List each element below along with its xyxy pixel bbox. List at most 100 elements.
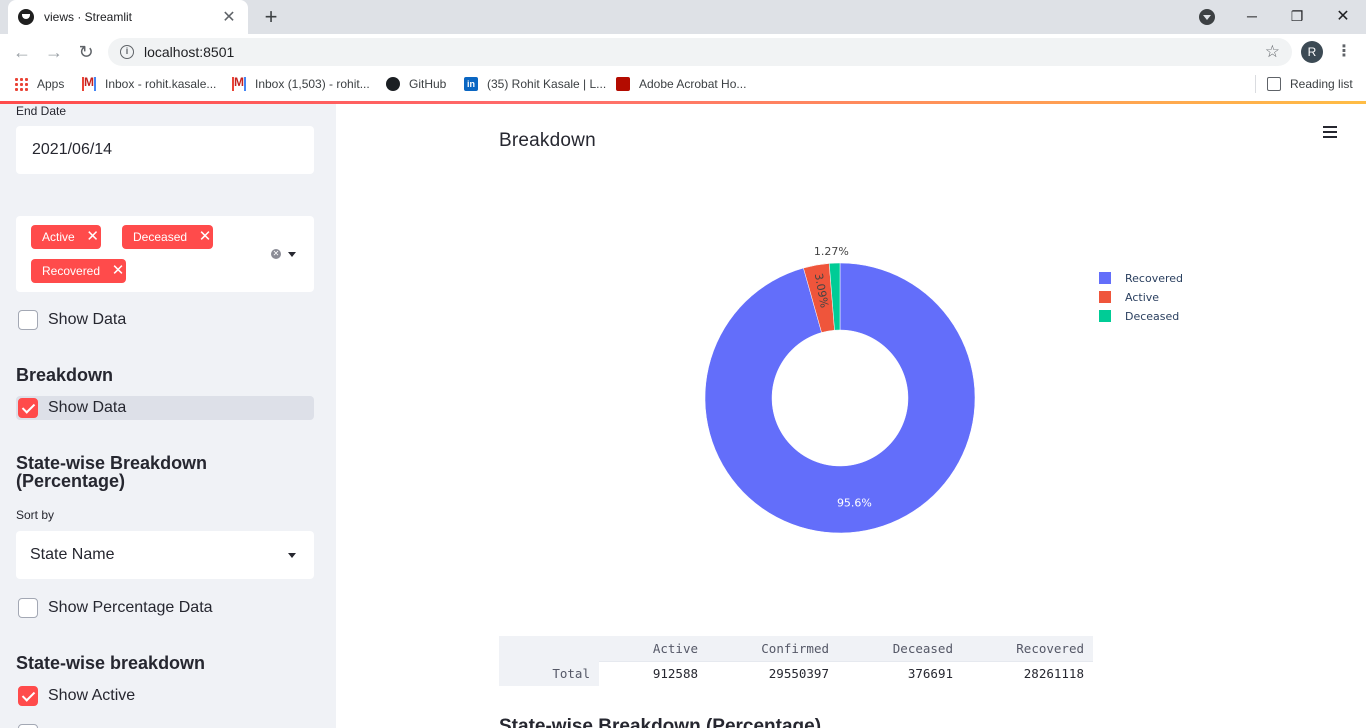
bookmark-label: Inbox (1,503) - rohit...: [255, 77, 370, 91]
acrobat-icon: [616, 77, 630, 91]
checkbox-unchecked[interactable]: [18, 598, 38, 618]
reading-list-icon: [1267, 77, 1281, 91]
reading-list-label: Reading list: [1290, 77, 1353, 91]
bookmark-acrobat[interactable]: Adobe Acrobat Ho...: [616, 76, 746, 92]
show-percentage-checkbox[interactable]: Show Percentage Data: [16, 596, 314, 620]
reload-icon[interactable]: ↻: [74, 40, 98, 64]
tab-search-icon[interactable]: [1199, 9, 1215, 25]
end-date-label: End Date: [16, 104, 67, 118]
gmail-icon: [82, 75, 96, 91]
checkbox-checked[interactable]: [18, 398, 38, 418]
chip-active: Active ✕: [31, 225, 101, 249]
url-text: localhost:8501: [144, 44, 235, 60]
remove-chip-icon[interactable]: ✕: [110, 259, 126, 283]
bookmark-star-icon[interactable]: ☆: [1265, 42, 1280, 62]
chip-label: Recovered: [42, 264, 101, 278]
bookmark-label: (35) Rohit Kasale | L...: [487, 77, 607, 91]
forward-icon[interactable]: →: [42, 40, 66, 64]
next-checkbox[interactable]: [16, 722, 314, 728]
column-header: Active: [599, 636, 707, 661]
chevron-down-icon[interactable]: [288, 553, 296, 558]
reading-list[interactable]: Reading list: [1267, 76, 1353, 92]
donut-chart[interactable]: 95.6%3.09%1.27%RecoveredActiveDeceased: [336, 194, 1366, 614]
chevron-down-icon[interactable]: [288, 252, 296, 257]
address-bar[interactable]: i localhost:8501 ☆: [108, 38, 1292, 66]
table-cell: 28261118: [962, 660, 1093, 686]
checkbox-label: Show Data: [48, 399, 127, 416]
column-header: Recovered: [962, 636, 1093, 661]
show-active-checkbox[interactable]: Show Active: [16, 684, 314, 708]
browser-tabstrip: views · Streamlit ✕ + ─ ❐ ✕: [0, 0, 1366, 34]
legend-label[interactable]: Active: [1125, 291, 1159, 304]
statewise-pct-heading: State-wise Breakdown (Percentage): [16, 454, 207, 490]
bookmark-inbox-1[interactable]: Inbox - rohit.kasale...: [82, 75, 217, 92]
back-icon[interactable]: ←: [10, 40, 34, 64]
statewise-heading: State-wise breakdown: [16, 653, 206, 673]
table-header-row: Active Confirmed Deceased Recovered: [499, 636, 1093, 661]
close-window-icon[interactable]: ✕: [1320, 0, 1366, 32]
browser-tab[interactable]: views · Streamlit ✕: [8, 0, 248, 34]
tab-close-icon[interactable]: ✕: [220, 7, 238, 27]
bookmarks-bar: Apps Inbox - rohit.kasale... Inbox (1,50…: [0, 70, 1366, 98]
heading-line: State-wise Breakdown: [16, 453, 208, 473]
legend-label[interactable]: Deceased: [1125, 310, 1179, 323]
slice-label: 1.27%: [814, 245, 849, 258]
restore-icon[interactable]: ❐: [1274, 0, 1320, 32]
table-cell: 912588: [599, 660, 707, 686]
checkbox-label: Show Active: [48, 687, 136, 704]
checkbox-checked[interactable]: [18, 686, 38, 706]
slice-label: 95.6%: [837, 497, 872, 510]
bookmark-label: GitHub: [409, 77, 447, 91]
table-cell: 29550397: [707, 660, 838, 686]
checkbox-unchecked[interactable]: [18, 724, 38, 728]
bookmark-label: Apps: [37, 77, 65, 91]
browser-menu-icon[interactable]: ⋮: [1336, 42, 1352, 62]
end-date-input[interactable]: 2021/06/14: [16, 126, 314, 174]
metric-multiselect[interactable]: Active ✕ Deceased ✕ Recovered ✕ ✕: [16, 216, 314, 292]
show-data-checkbox-1[interactable]: Show Data: [16, 308, 314, 332]
legend-swatch[interactable]: [1099, 291, 1111, 303]
browser-toolbar: ← → ↻ i localhost:8501 ☆ R ⋮: [0, 34, 1366, 70]
bookmark-label: Adobe Acrobat Ho...: [639, 77, 747, 91]
streamlit-favicon-icon: [18, 9, 34, 25]
page-title: Breakdown: [499, 130, 596, 151]
checkbox-label: Show Data: [48, 311, 127, 328]
chip-deceased: Deceased ✕: [122, 225, 214, 249]
clear-all-icon[interactable]: ✕: [271, 249, 281, 259]
remove-chip-icon[interactable]: ✕: [85, 225, 101, 249]
column-header: Confirmed: [707, 636, 838, 661]
hamburger-menu-icon[interactable]: [1323, 126, 1337, 138]
chip-label: Active: [42, 230, 75, 244]
legend-swatch[interactable]: [1099, 310, 1111, 322]
breakdown-heading: Breakdown: [16, 365, 114, 385]
bookmark-github[interactable]: GitHub: [386, 76, 446, 92]
table-cell: 376691: [838, 660, 962, 686]
sort-by-label: Sort by: [16, 508, 55, 522]
bookmarks-divider: [1255, 75, 1256, 93]
sort-by-select[interactable]: State Name: [16, 531, 314, 579]
bookmark-linkedin[interactable]: in (35) Rohit Kasale | L...: [464, 76, 606, 92]
bookmark-label: Inbox - rohit.kasale...: [105, 77, 217, 91]
show-data-checkbox-2[interactable]: Show Data: [16, 396, 314, 420]
github-icon: [386, 77, 400, 91]
select-value: State Name: [30, 546, 115, 563]
bookmark-inbox-2[interactable]: Inbox (1,503) - rohit...: [232, 75, 370, 92]
data-table: Active Confirmed Deceased Recovered Tota…: [499, 636, 1093, 686]
chip-recovered: Recovered ✕: [31, 259, 127, 283]
legend-label[interactable]: Recovered: [1125, 272, 1183, 285]
row-index: Total: [499, 661, 599, 686]
tab-title: views · Streamlit: [44, 10, 133, 24]
minimize-icon[interactable]: ─: [1229, 0, 1275, 32]
checkbox-unchecked[interactable]: [18, 310, 38, 330]
bookmark-apps[interactable]: Apps: [14, 76, 64, 92]
remove-chip-icon[interactable]: ✕: [197, 225, 213, 249]
table-row: Total 912588 29550397 376691 28261118: [499, 660, 1093, 686]
new-tab-icon[interactable]: +: [258, 4, 284, 30]
legend-swatch[interactable]: [1099, 272, 1111, 284]
apps-grid-icon: [14, 77, 28, 91]
sidebar: End Date 2021/06/14 Active ✕ Deceased ✕ …: [0, 104, 336, 728]
gmail-icon: [232, 75, 246, 91]
site-info-icon[interactable]: i: [120, 45, 134, 59]
table-corner: [499, 636, 599, 661]
profile-avatar[interactable]: R: [1301, 41, 1323, 63]
